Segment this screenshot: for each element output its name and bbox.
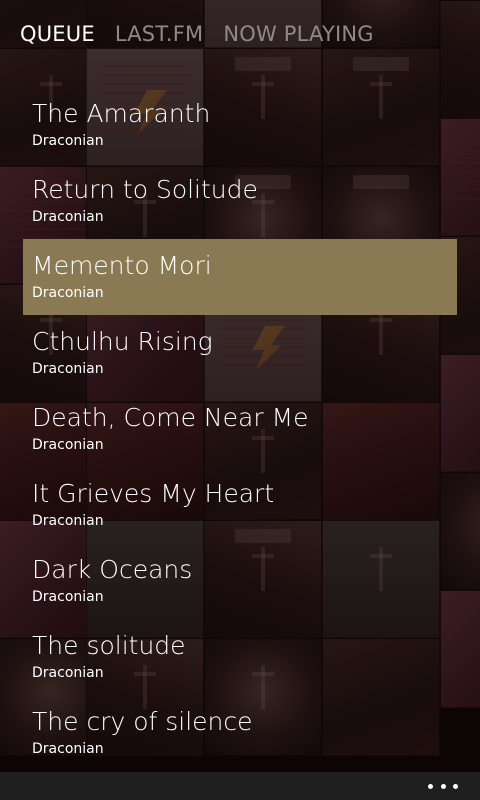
pivot-tab-lastfm[interactable]: LAST.FM xyxy=(115,22,204,56)
track-title: The solitude xyxy=(32,631,186,660)
ellipsis-icon[interactable] xyxy=(428,778,458,794)
queue-track-item[interactable]: Death, Come Near Me Draconian xyxy=(23,391,457,467)
track-title: Death, Come Near Me xyxy=(32,403,309,432)
queue-track-item[interactable]: The cry of silence Draconian xyxy=(23,695,457,771)
ellipsis-dot xyxy=(428,783,433,789)
ellipsis-dot xyxy=(440,783,446,789)
track-title: Memento Mori xyxy=(32,251,212,280)
queue-track-item-selected[interactable]: Memento Mori Draconian xyxy=(23,239,457,315)
queue-track-item[interactable]: Return to Solitude Draconian xyxy=(23,163,457,239)
track-title: The Amaranth xyxy=(32,99,211,128)
track-title: It Grieves My Heart xyxy=(32,479,275,508)
track-artist: Draconian xyxy=(32,589,104,605)
queue-list: The Amaranth Draconian Return to Solitud… xyxy=(23,87,457,771)
pivot-tab-queue[interactable]: QUEUE xyxy=(20,22,95,56)
queue-track-item[interactable]: The solitude Draconian xyxy=(23,619,457,695)
track-artist: Draconian xyxy=(32,741,104,757)
track-title: Return to Solitude xyxy=(32,175,258,204)
track-title: Cthulhu Rising xyxy=(32,327,213,356)
track-artist: Draconian xyxy=(32,361,104,377)
pivot-tab-now-playing[interactable]: NOW PLAYING xyxy=(223,22,373,56)
track-title: The cry of silence xyxy=(32,707,253,736)
track-title: Dark Oceans xyxy=(32,555,193,584)
track-artist: Draconian xyxy=(32,133,104,149)
pivot-header: QUEUE LAST.FM NOW PLAYING xyxy=(20,22,374,56)
queue-track-item[interactable]: Dark Oceans Draconian xyxy=(23,543,457,619)
track-artist: Draconian xyxy=(32,285,104,301)
queue-track-item[interactable]: It Grieves My Heart Draconian xyxy=(23,467,457,543)
queue-track-item[interactable]: The Amaranth Draconian xyxy=(23,87,457,163)
queue-track-item[interactable]: Cthulhu Rising Draconian xyxy=(23,315,457,391)
track-artist: Draconian xyxy=(32,665,104,681)
track-artist: Draconian xyxy=(32,513,104,529)
ellipsis-dot xyxy=(453,783,458,789)
track-artist: Draconian xyxy=(32,437,104,453)
app-bar xyxy=(0,772,480,800)
track-artist: Draconian xyxy=(32,209,104,225)
